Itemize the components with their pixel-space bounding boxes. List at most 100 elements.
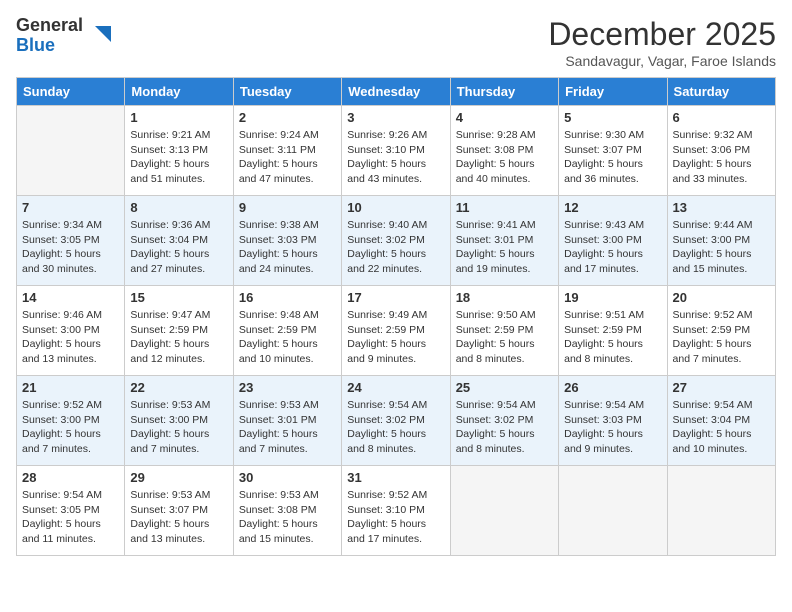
title-block: December 2025 Sandavagur, Vagar, Faroe I… [548, 16, 776, 69]
weekday-header: Saturday [667, 78, 775, 106]
cell-sun-info: Sunrise: 9:51 AMSunset: 2:59 PMDaylight:… [564, 308, 661, 367]
day-number: 18 [456, 290, 553, 305]
cell-sun-info: Sunrise: 9:53 AMSunset: 3:08 PMDaylight:… [239, 488, 336, 547]
cell-sun-info: Sunrise: 9:52 AMSunset: 2:59 PMDaylight:… [673, 308, 770, 367]
day-number: 23 [239, 380, 336, 395]
weekday-header: Monday [125, 78, 233, 106]
calendar-cell: 24 Sunrise: 9:54 AMSunset: 3:02 PMDayligh… [342, 376, 450, 466]
calendar-cell: 7Sunrise: 9:34 AMSunset: 3:05 PMDaylight… [17, 196, 125, 286]
day-number: 27 [673, 380, 770, 395]
cell-sun-info: Sunrise: 9:50 AMSunset: 2:59 PMDaylight:… [456, 308, 553, 367]
logo: General Blue [16, 16, 113, 56]
calendar-cell: 13 Sunrise: 9:44 AMSunset: 3:00 PMDayligh… [667, 196, 775, 286]
calendar-cell: 17Sunrise: 9:49 AMSunset: 2:59 PMDayligh… [342, 286, 450, 376]
day-number: 12 [564, 200, 661, 215]
calendar-cell: 19 Sunrise: 9:51 AMSunset: 2:59 PMDayligh… [559, 286, 667, 376]
cell-sun-info: Sunrise: 9:38 AMSunset: 3:03 PMDaylight:… [239, 218, 336, 277]
weekday-header: Thursday [450, 78, 558, 106]
calendar-cell [559, 466, 667, 556]
cell-sun-info: Sunrise: 9:49 AMSunset: 2:59 PMDaylight:… [347, 308, 444, 367]
calendar-cell: 8 Sunrise: 9:36 AMSunset: 3:04 PMDaylight… [125, 196, 233, 286]
day-number: 5 [564, 110, 661, 125]
day-number: 6 [673, 110, 770, 125]
day-number: 11 [456, 200, 553, 215]
cell-sun-info: Sunrise: 9:54 AMSunset: 3:04 PMDaylight:… [673, 398, 770, 457]
calendar-cell [667, 466, 775, 556]
calendar-cell: 21Sunrise: 9:52 AMSunset: 3:00 PMDayligh… [17, 376, 125, 466]
cell-sun-info: Sunrise: 9:36 AMSunset: 3:04 PMDaylight:… [130, 218, 227, 277]
cell-sun-info: Sunrise: 9:21 AMSunset: 3:13 PMDaylight:… [130, 128, 227, 187]
calendar-cell: 12 Sunrise: 9:43 AMSunset: 3:00 PMDayligh… [559, 196, 667, 286]
cell-sun-info: Sunrise: 9:44 AMSunset: 3:00 PMDaylight:… [673, 218, 770, 277]
day-number: 31 [347, 470, 444, 485]
calendar-cell: 27 Sunrise: 9:54 AMSunset: 3:04 PMDayligh… [667, 376, 775, 466]
logo-general: General [16, 15, 83, 35]
cell-sun-info: Sunrise: 9:53 AMSunset: 3:07 PMDaylight:… [130, 488, 227, 547]
weekday-header: Sunday [17, 78, 125, 106]
day-number: 1 [130, 110, 227, 125]
logo-blue: Blue [16, 35, 55, 55]
cell-sun-info: Sunrise: 9:43 AMSunset: 3:00 PMDaylight:… [564, 218, 661, 277]
weekday-header: Wednesday [342, 78, 450, 106]
calendar-cell: 22 Sunrise: 9:53 AMSunset: 3:00 PMDayligh… [125, 376, 233, 466]
calendar-cell [450, 466, 558, 556]
calendar-cell: 2Sunrise: 9:24 AMSunset: 3:11 PMDaylight… [233, 106, 341, 196]
calendar-cell: 30 Sunrise: 9:53 AMSunset: 3:08 PMDayligh… [233, 466, 341, 556]
cell-sun-info: Sunrise: 9:54 AMSunset: 3:02 PMDaylight:… [347, 398, 444, 457]
cell-sun-info: Sunrise: 9:53 AMSunset: 3:00 PMDaylight:… [130, 398, 227, 457]
calendar-cell: 10Sunrise: 9:40 AMSunset: 3:02 PMDayligh… [342, 196, 450, 286]
day-number: 28 [22, 470, 119, 485]
calendar-week-row: 1 Sunrise: 9:21 AMSunset: 3:13 PMDaylight… [17, 106, 776, 196]
calendar-cell: 20 Sunrise: 9:52 AMSunset: 2:59 PMDayligh… [667, 286, 775, 376]
cell-sun-info: Sunrise: 9:28 AMSunset: 3:08 PMDaylight:… [456, 128, 553, 187]
day-number: 19 [564, 290, 661, 305]
calendar-cell: 5 Sunrise: 9:30 AMSunset: 3:07 PMDaylight… [559, 106, 667, 196]
calendar-cell: 6 Sunrise: 9:32 AMSunset: 3:06 PMDaylight… [667, 106, 775, 196]
day-number: 29 [130, 470, 227, 485]
calendar-week-row: 7Sunrise: 9:34 AMSunset: 3:05 PMDaylight… [17, 196, 776, 286]
day-number: 24 [347, 380, 444, 395]
cell-sun-info: Sunrise: 9:52 AMSunset: 3:10 PMDaylight:… [347, 488, 444, 547]
calendar-cell: 31 Sunrise: 9:52 AMSunset: 3:10 PMDayligh… [342, 466, 450, 556]
cell-sun-info: Sunrise: 9:52 AMSunset: 3:00 PMDaylight:… [22, 398, 119, 457]
calendar-cell: 11 Sunrise: 9:41 AMSunset: 3:01 PMDayligh… [450, 196, 558, 286]
calendar-cell: 1 Sunrise: 9:21 AMSunset: 3:13 PMDaylight… [125, 106, 233, 196]
logo-text: General Blue [16, 16, 83, 56]
day-number: 30 [239, 470, 336, 485]
cell-sun-info: Sunrise: 9:54 AMSunset: 3:02 PMDaylight:… [456, 398, 553, 457]
calendar-cell: 14 Sunrise: 9:46 AMSunset: 3:00 PMDayligh… [17, 286, 125, 376]
calendar-cell: 16Sunrise: 9:48 AMSunset: 2:59 PMDayligh… [233, 286, 341, 376]
day-number: 13 [673, 200, 770, 215]
day-number: 26 [564, 380, 661, 395]
weekday-header-row: SundayMondayTuesdayWednesdayThursdayFrid… [17, 78, 776, 106]
cell-sun-info: Sunrise: 9:41 AMSunset: 3:01 PMDaylight:… [456, 218, 553, 277]
cell-sun-info: Sunrise: 9:32 AMSunset: 3:06 PMDaylight:… [673, 128, 770, 187]
calendar-week-row: 21Sunrise: 9:52 AMSunset: 3:00 PMDayligh… [17, 376, 776, 466]
day-number: 4 [456, 110, 553, 125]
day-number: 22 [130, 380, 227, 395]
day-number: 14 [22, 290, 119, 305]
cell-sun-info: Sunrise: 9:46 AMSunset: 3:00 PMDaylight:… [22, 308, 119, 367]
calendar-cell: 26 Sunrise: 9:54 AMSunset: 3:03 PMDayligh… [559, 376, 667, 466]
calendar-cell: 25 Sunrise: 9:54 AMSunset: 3:02 PMDayligh… [450, 376, 558, 466]
day-number: 8 [130, 200, 227, 215]
cell-sun-info: Sunrise: 9:48 AMSunset: 2:59 PMDaylight:… [239, 308, 336, 367]
day-number: 7 [22, 200, 119, 215]
cell-sun-info: Sunrise: 9:40 AMSunset: 3:02 PMDaylight:… [347, 218, 444, 277]
calendar-cell: 23 Sunrise: 9:53 AMSunset: 3:01 PMDayligh… [233, 376, 341, 466]
day-number: 20 [673, 290, 770, 305]
day-number: 25 [456, 380, 553, 395]
calendar-cell: 18 Sunrise: 9:50 AMSunset: 2:59 PMDayligh… [450, 286, 558, 376]
calendar-cell: 29 Sunrise: 9:53 AMSunset: 3:07 PMDayligh… [125, 466, 233, 556]
logo-icon [85, 22, 113, 50]
cell-sun-info: Sunrise: 9:30 AMSunset: 3:07 PMDaylight:… [564, 128, 661, 187]
calendar-cell: 15Sunrise: 9:47 AMSunset: 2:59 PMDayligh… [125, 286, 233, 376]
weekday-header: Tuesday [233, 78, 341, 106]
weekday-header: Friday [559, 78, 667, 106]
cell-sun-info: Sunrise: 9:54 AMSunset: 3:03 PMDaylight:… [564, 398, 661, 457]
cell-sun-info: Sunrise: 9:47 AMSunset: 2:59 PMDaylight:… [130, 308, 227, 367]
day-number: 2 [239, 110, 336, 125]
location-title: Sandavagur, Vagar, Faroe Islands [548, 53, 776, 69]
cell-sun-info: Sunrise: 9:53 AMSunset: 3:01 PMDaylight:… [239, 398, 336, 457]
calendar: SundayMondayTuesdayWednesdayThursdayFrid… [16, 77, 776, 556]
